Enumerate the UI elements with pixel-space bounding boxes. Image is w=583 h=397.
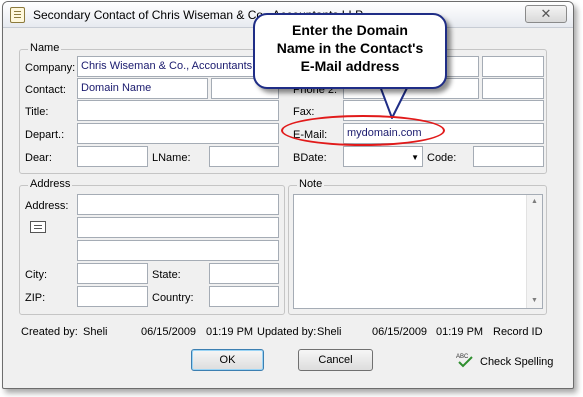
contact-card-icon [10,7,25,23]
bdate-label: BDate: [293,152,327,164]
close-button[interactable]: ✕ [525,5,567,23]
check-spelling-icon[interactable]: ABC [456,352,474,368]
title-field[interactable] [77,100,279,121]
code-field[interactable] [473,146,544,167]
country-label: Country: [152,292,194,304]
note-scrollbar[interactable]: ▲ ▼ [526,195,542,308]
check-spelling-button[interactable]: Check Spelling [480,356,553,368]
address-label: Address: [25,200,69,212]
contact-field[interactable]: Domain Name [77,78,208,99]
note-textarea[interactable]: ▲ ▼ [293,194,543,309]
company-field[interactable]: Chris Wiseman & Co., Accountants LLP [77,56,277,77]
company-label: Company: [25,62,76,74]
address-line2-field[interactable] [77,217,279,238]
phone2-ext-field[interactable] [482,78,544,99]
contact-label: Contact: [25,84,66,96]
name-group-label: Name [28,42,62,54]
fax-label: Fax: [293,106,315,118]
updated-date: 06/15/2009 [372,326,428,338]
created-time: 01:19 PM [206,326,254,338]
phone1-ext-field[interactable] [482,56,544,77]
dear-label: Dear: [25,152,52,164]
callout-line-2: Name in the Contact's [276,40,424,56]
record-id-label: Record ID [493,326,543,338]
lname-label: LName: [152,152,191,164]
created-by-user: Sheli [83,326,108,338]
code-label: Code: [427,152,457,164]
dear-field[interactable] [77,146,148,167]
ok-button[interactable]: OK [191,349,264,371]
title-label: Title: [25,106,49,118]
cancel-button[interactable]: Cancel [298,349,373,371]
zip-field[interactable] [77,286,148,307]
updated-by-label: Updated by: [257,326,317,338]
created-date: 06/15/2009 [141,326,197,338]
city-field[interactable] [77,263,148,284]
address-line1-field[interactable] [77,194,279,215]
updated-by-user: Sheli [317,326,342,338]
country-field[interactable] [209,286,279,307]
zip-label: ZIP: [25,292,46,304]
lname-field[interactable] [209,146,279,167]
scroll-up-icon[interactable]: ▲ [527,195,542,209]
envelope-icon[interactable] [30,221,46,233]
callout-line-1: Enter the Domain [292,22,408,38]
email-highlight-ellipse [281,115,445,146]
updated-time: 01:19 PM [436,326,484,338]
instruction-callout: Enter the Domain Name in the Contact's E… [253,13,447,89]
spell-abc-text: ABC [456,354,469,360]
depart-label: Depart.: [25,129,65,141]
address-group-label: Address [28,178,73,190]
state-label: State: [152,269,181,281]
callout-line-3: E-Mail address [300,58,400,74]
close-icon: ✕ [540,6,552,21]
state-field[interactable] [209,263,279,284]
note-group-label: Note [297,178,325,190]
depart-field[interactable] [77,123,279,144]
chevron-down-icon[interactable]: ▼ [411,148,419,166]
bdate-combo[interactable]: ▼ [343,146,423,167]
created-by-label: Created by: [21,326,78,338]
scroll-down-icon[interactable]: ▼ [527,294,542,308]
address-line3-field[interactable] [77,240,279,261]
city-label: City: [25,269,47,281]
